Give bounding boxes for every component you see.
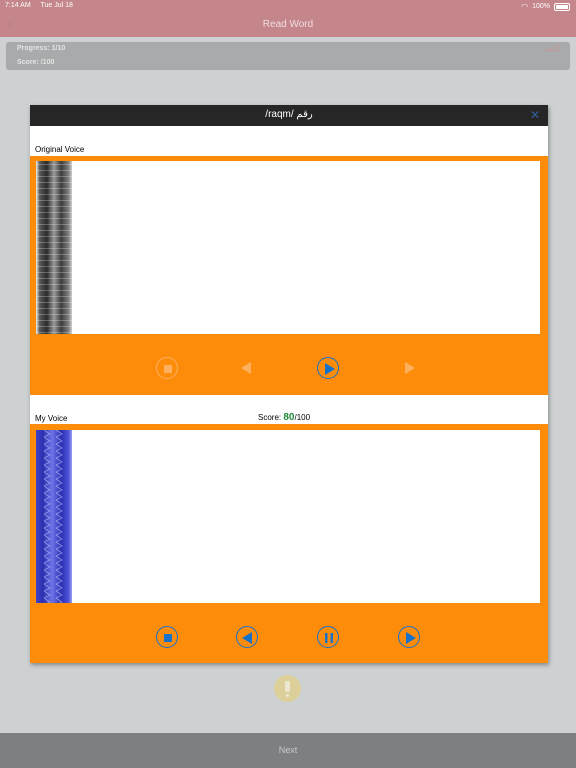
next-label: Next	[278, 745, 298, 755]
progress-label: Progress: 1/10	[17, 45, 66, 52]
my-voice-label: My Voice	[35, 414, 68, 423]
my-rewind-button[interactable]	[236, 626, 258, 648]
battery-icon	[554, 2, 570, 11]
record-button[interactable]	[274, 675, 301, 702]
navigation-bar: 7:14 AM Tue Jul 18 ◠ 100% ‹ Read Word	[0, 0, 576, 37]
forward-button[interactable]	[398, 357, 420, 379]
page-title: Read Word	[262, 19, 314, 30]
voice-score: Score: 80/100	[258, 412, 310, 423]
next-button[interactable]: Next	[0, 733, 576, 768]
stop-button[interactable]	[156, 357, 178, 379]
word-arabic-label: ﮐﻠﻤﺔ	[544, 44, 560, 53]
original-voice-label: Original Voice	[35, 145, 85, 154]
play-forward-icon	[405, 362, 415, 374]
pause-icon	[325, 633, 333, 643]
score-label: Score: /100	[17, 59, 55, 66]
status-bar-left: 7:14 AM Tue Jul 18	[5, 2, 81, 9]
original-spectrogram	[36, 161, 72, 334]
my-voice-panel	[30, 424, 548, 663]
play-back-icon	[242, 632, 252, 644]
my-forward-button[interactable]	[398, 626, 420, 648]
voice-score-prefix: Score:	[258, 413, 284, 422]
dialog-header: /raqm/ رقم ✕	[30, 105, 548, 126]
rewind-button[interactable]	[236, 357, 258, 379]
stop-icon	[164, 365, 172, 373]
original-waveform-area	[36, 161, 540, 334]
my-stop-button[interactable]	[156, 626, 178, 648]
voice-score-value: 80	[283, 412, 295, 423]
voice-compare-dialog: /raqm/ رقم ✕ Original Voice My Voice Sco…	[30, 105, 548, 663]
microphone-icon	[285, 681, 290, 692]
my-waveform-area	[36, 430, 540, 603]
microphone-icon-base	[286, 694, 289, 697]
status-date: Tue Jul 18	[40, 2, 73, 9]
my-pause-button[interactable]	[317, 626, 339, 648]
battery-percent: 100%	[532, 3, 550, 10]
play-back-icon	[241, 362, 251, 374]
close-icon[interactable]: ✕	[530, 108, 540, 122]
voice-score-suffix: /100	[294, 413, 311, 422]
progress-panel: Progress: 1/10 Score: /100 ﮐﻠﻤﺔ	[6, 42, 570, 70]
original-voice-panel	[30, 156, 548, 395]
play-icon	[325, 363, 335, 375]
my-spectrogram	[36, 430, 72, 603]
status-bar-right: ◠ 100%	[521, 2, 570, 11]
dialog-title: /raqm/ رقم	[265, 109, 313, 120]
status-time: 7:14 AM	[5, 2, 31, 9]
stop-icon	[164, 634, 172, 642]
play-button[interactable]	[317, 357, 339, 379]
wifi-icon: ◠	[521, 2, 529, 11]
play-forward-icon	[406, 632, 416, 644]
